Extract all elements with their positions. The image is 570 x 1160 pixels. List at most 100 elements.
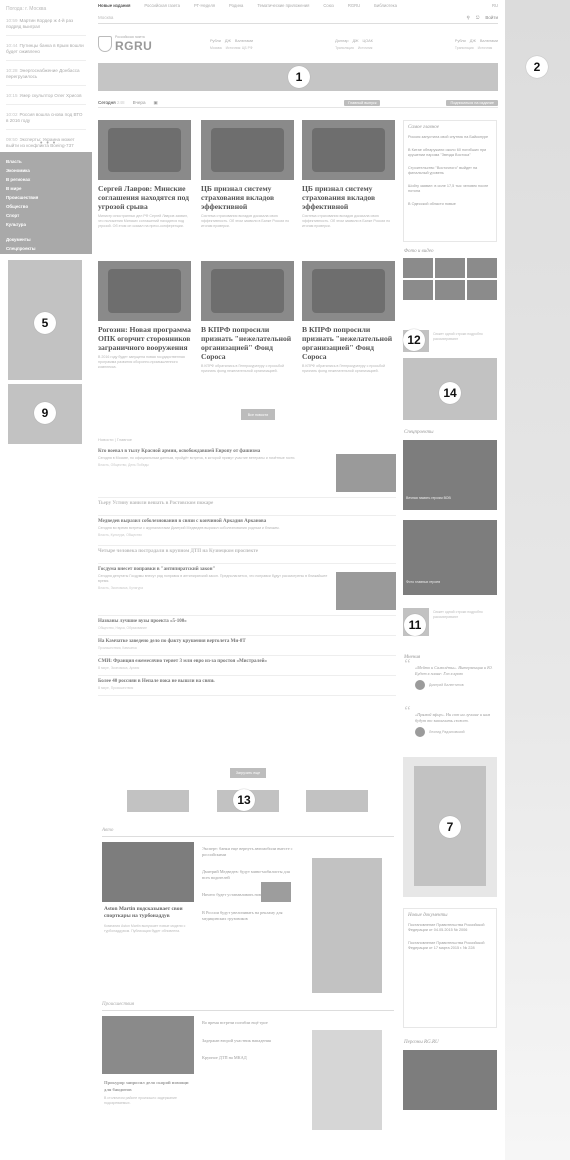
login-icon[interactable]: ⎋ <box>476 15 480 20</box>
top-story-link[interactable]: Строительство "Восточного" выйдет на фин… <box>408 166 492 176</box>
ticker-block[interactable]: Рубли ДЖ Валютами Трансляция Источник <box>455 39 498 50</box>
nav-item[interactable]: Родина <box>229 3 243 8</box>
list-item[interactable]: 10:02 Россия вошла снова под ВТО в 2016 г… <box>6 112 86 130</box>
article-title[interactable]: В КПРФ попросили признать "нежелательной… <box>302 325 395 361</box>
photo-thumb[interactable] <box>435 258 465 278</box>
article-card[interactable]: Сергей Лавров: Минские соглашения находя… <box>98 120 191 229</box>
feed-item[interactable]: СМИ: Франция ежемесячно теряет 3 млн евр… <box>98 656 396 676</box>
category-link[interactable]: Документы <box>6 235 86 244</box>
nav-item[interactable]: Российская газета <box>144 3 180 8</box>
ad-slot-13-left[interactable] <box>127 790 189 812</box>
ad-slot-13-right[interactable] <box>306 790 368 812</box>
login-link[interactable]: Войти <box>485 15 498 20</box>
category-link[interactable]: В регионах <box>6 175 86 184</box>
feed-item[interactable]: Более 40 россиян в Непале пока не вышли … <box>98 676 396 696</box>
photo-thumb[interactable] <box>467 258 497 278</box>
category-link[interactable]: Экономика <box>6 166 86 175</box>
article-image[interactable] <box>302 120 395 180</box>
feed-item[interactable]: Медведев выразил соболезнования в связи … <box>98 516 396 546</box>
feed-item-title[interactable]: На Камчатке заведено дело по факту круше… <box>98 639 396 644</box>
feed-item[interactable]: Четыре человека пострадали в крупном ДТП… <box>98 546 396 564</box>
list-item[interactable]: 10:59 Мартин Кордер ж 4-й раз подряд выиг… <box>6 18 86 36</box>
photo-thumb[interactable] <box>435 280 465 300</box>
feed-item-tags[interactable]: В мире, Происшествия <box>98 686 396 690</box>
incidents-lead-image[interactable] <box>102 1016 194 1074</box>
list-item[interactable]: 10:28 Энергоснабжение Донбасса перегрузил… <box>6 68 86 86</box>
list-item[interactable]: 10:44 Путинцы банка в Крым вошли будет ож… <box>6 43 86 61</box>
auto-lead-image[interactable] <box>102 842 194 902</box>
article-card[interactable]: ЦБ признал систему страхования вкладов э… <box>201 120 294 229</box>
feed-item[interactable]: Тьеру Устину нанили вешать в Ростовском … <box>98 498 396 516</box>
article-card[interactable]: В КПРФ попросили признать "нежелательной… <box>201 261 294 374</box>
city-weather[interactable]: Погода: г. Москва <box>6 6 46 12</box>
feed-item-title[interactable]: Медведев выразил соболезнования в связи … <box>98 519 396 524</box>
category-link[interactable]: Происшествия <box>6 193 86 202</box>
feed-item-title[interactable]: Четыре человека пострадали в крупном ДТП… <box>98 549 396 554</box>
feed-item-title[interactable]: Тьеру Устину нанили вешать в Ростовском … <box>98 501 396 506</box>
photo-thumb[interactable] <box>467 280 497 300</box>
list-item[interactable]: 10:15 Умер скульптор Олег Хрисов <box>6 93 86 105</box>
article-title[interactable]: ЦБ признал систему страхования вкладов э… <box>302 184 395 211</box>
article-image[interactable] <box>201 261 294 321</box>
nav-item[interactable]: Союз <box>323 3 333 8</box>
top-story-link[interactable]: В Одесской области новые <box>408 202 492 207</box>
article-card[interactable]: В КПРФ попросили признать "нежелательной… <box>302 261 395 374</box>
photo-thumb[interactable] <box>403 258 433 278</box>
nav-item[interactable]: RGRU <box>348 3 360 8</box>
category-link[interactable]: Общество <box>6 202 86 211</box>
incident-news-link[interactable]: Задержан второй участник нападения <box>202 1038 298 1044</box>
feed-item[interactable]: Госдума внесет поправки в "антипиратский… <box>98 564 396 616</box>
calendar-icon[interactable]: ▣ <box>154 100 158 106</box>
auto-lead-title[interactable]: Aston Martin подсказывает свои спорткары… <box>104 906 194 919</box>
all-news-button[interactable]: Все новости <box>241 409 275 420</box>
search-input[interactable]: Москва <box>98 15 467 20</box>
top-story-link[interactable]: Россия запустила свой спутник на Байкону… <box>408 135 492 140</box>
filter-button[interactable]: Главный выпуск <box>344 99 381 106</box>
feed-item-thumb[interactable] <box>336 572 396 610</box>
feed-item-title[interactable]: СМИ: Франция ежемесячно теряет 3 млн евр… <box>98 659 396 664</box>
feed-item-tags[interactable]: В мире, Экономика, Армия <box>98 666 396 670</box>
persons-image[interactable] <box>403 1050 497 1110</box>
category-link[interactable]: Спорт <box>6 211 86 220</box>
tab-yesterday[interactable]: Вчера <box>133 100 146 105</box>
opinion-1[interactable]: «Мейто и Самолёты». Интервенция и Ю. Буд… <box>403 662 497 690</box>
tab-today[interactable]: Сегодня 248 <box>98 100 125 105</box>
article-image[interactable] <box>98 261 191 321</box>
article-image[interactable] <box>302 261 395 321</box>
feed-item-tags[interactable]: Общество, Наука, Образование <box>98 626 396 630</box>
nav-item[interactable]: Новые издания <box>98 3 130 8</box>
feed-item-tags[interactable]: Происшествия, Камчатка <box>98 646 396 650</box>
incidents-ad[interactable] <box>312 1030 382 1130</box>
feed-item-thumb[interactable] <box>336 454 396 492</box>
document-link[interactable]: Постановление Правительства Российской Ф… <box>408 941 492 951</box>
nav-item[interactable]: РГ-Неделя <box>194 3 215 8</box>
site-logo[interactable]: Российская газета RGRU <box>98 35 198 53</box>
nav-item[interactable]: Библиотека <box>374 3 397 8</box>
incident-news-link[interactable]: Крупное ДТП на МКАД <box>202 1055 298 1061</box>
category-link[interactable]: Культура <box>6 220 86 229</box>
nav-item[interactable]: Тематические приложения <box>257 3 309 8</box>
more-news-button[interactable]: • • • <box>40 140 56 147</box>
top-story-link[interactable]: В Китае обнаружили около 60 погибших при… <box>408 148 492 158</box>
article-card[interactable]: ЦБ признал систему страхования вкладов э… <box>302 120 395 229</box>
category-link[interactable]: В мире <box>6 184 86 193</box>
category-link[interactable]: Спецпроекты <box>6 244 86 253</box>
article-title[interactable]: Сергей Лавров: Минские соглашения находя… <box>98 184 191 211</box>
article-image[interactable] <box>98 120 191 180</box>
auto-ad[interactable] <box>312 858 382 993</box>
auto-news-link[interactable]: Дмитрий Медведев: будут мини-мобилисты д… <box>202 869 298 880</box>
article-image[interactable] <box>201 120 294 180</box>
incidents-lead-title[interactable]: Прокурор запросил дело скорой помощи для… <box>104 1080 194 1093</box>
auto-news-link[interactable]: Эксперт: банки еще вернуть автомобили вм… <box>202 846 298 857</box>
load-more-button[interactable]: Загрузить еще <box>230 768 266 778</box>
search-icon[interactable]: ⚲ <box>467 15 470 21</box>
article-card[interactable]: Рогозин: Новая программа ОПК огорчит сто… <box>98 261 191 370</box>
feed-item[interactable]: На Камчатке заведено дело по факту круше… <box>98 636 396 656</box>
article-title[interactable]: В КПРФ попросили признать "нежелательной… <box>201 325 294 361</box>
opinion-2[interactable]: «Прямой эфир». Ни сот ни лучшие и нам бу… <box>403 709 497 737</box>
ticker-block[interactable]: Доллар ДЖ ЦОАК Трансляция Источник <box>335 39 373 50</box>
feed-item-title[interactable]: Названы лучшие вузы проекта «5-100» <box>98 619 396 624</box>
subscribe-button[interactable]: Подписаться на издание <box>446 99 498 106</box>
top-story-link[interactable]: Шойгу заявил: в силе 17,5 тыс человек по… <box>408 184 492 194</box>
feed-item-title[interactable]: Более 40 россиян в Непале пока не вышли … <box>98 679 396 684</box>
